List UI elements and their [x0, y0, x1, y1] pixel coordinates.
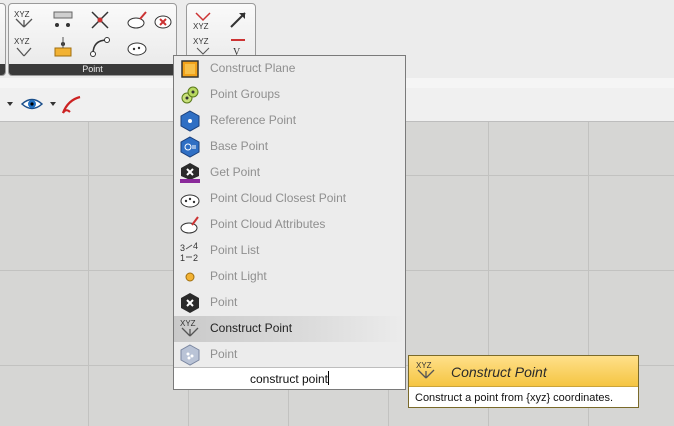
svg-text:2: 2 [193, 253, 198, 262]
vector-arrow-tool-icon[interactable] [227, 9, 249, 31]
svg-text:XYZ: XYZ [193, 37, 209, 46]
popup-item-label: Construct Plane [210, 61, 296, 75]
dropdown-arrow-icon[interactable] [7, 102, 13, 106]
eye-dropdown-arrow-icon[interactable] [50, 102, 56, 106]
popup-item[interactable]: Get Point [174, 160, 405, 186]
construct-point-tool-icon[interactable]: XYZ [13, 9, 35, 31]
curve-points-tool-icon[interactable] [89, 36, 111, 58]
popup-item-label: Point Cloud Closest Point [210, 191, 347, 205]
popup-item[interactable]: Point Groups [174, 82, 405, 108]
popup-item-label: Point Groups [210, 87, 281, 101]
popup-item[interactable]: 3 4 1 2 Point List [174, 238, 405, 264]
construct-point-icon: XYZ [179, 318, 201, 340]
component-search-popup: Construct Plane Point Groups Reference Poi… [173, 55, 406, 390]
pen-sketch-icon[interactable] [60, 94, 84, 121]
construct-point-tool-icon-2[interactable]: XYZ [13, 36, 35, 58]
construct-point-icon: XYZ [415, 360, 437, 387]
popup-item[interactable]: Point Light [174, 264, 405, 290]
popup-item-label: Point [210, 295, 238, 309]
point-network-tool-icon[interactable] [89, 9, 111, 31]
point-cloud-attributes-icon [179, 214, 201, 236]
text-caret [328, 371, 330, 385]
panel-footer-point: Point [9, 64, 176, 75]
point-light-icon [179, 266, 201, 288]
popup-item[interactable]: Base Point [174, 134, 405, 160]
popup-item-label: Point List [210, 243, 260, 257]
popup-item-label: Point Cloud Attributes [210, 217, 326, 231]
point-groups-icon [179, 84, 201, 106]
point-cloud-closest-point-icon [179, 188, 201, 210]
svg-text:XYZ: XYZ [14, 37, 30, 46]
point-on-plane-tool-icon[interactable] [52, 36, 74, 58]
popup-item[interactable]: Point Cloud Attributes [174, 212, 405, 238]
popup-item[interactable]: Point [174, 342, 405, 368]
popup-item-label: Base Point [210, 139, 269, 153]
svg-text:3: 3 [180, 243, 185, 253]
svg-text:4: 4 [193, 241, 198, 251]
ribbon-panel-left-partial [0, 3, 6, 76]
search-input[interactable]: construct point [174, 367, 405, 389]
reference-point-icon [179, 110, 201, 132]
panel-footer-partial [0, 64, 5, 75]
point-list-icon: 3412 [179, 240, 201, 263]
search-input-text: construct point [249, 372, 329, 386]
deconstruct-point-tool-icon[interactable]: XYZ [192, 9, 214, 31]
numeric-point-tool-icon[interactable] [52, 9, 74, 31]
popup-item-label: Point [210, 347, 238, 361]
svg-text:XYZ: XYZ [193, 22, 209, 31]
popup-item-label: Get Point [210, 165, 261, 179]
point-cloud-tool-icon[interactable] [126, 36, 148, 58]
component-tooltip: XYZ Construct Point Construct a point fr… [408, 355, 639, 408]
svg-text:XYZ: XYZ [14, 10, 30, 19]
svg-text:1: 1 [180, 253, 185, 262]
svg-text:XYZ: XYZ [416, 361, 432, 370]
popup-item[interactable]: Reference Point [174, 108, 405, 134]
base-point-icon [179, 136, 201, 158]
point-param-icon [179, 292, 201, 314]
point-cloud-point-icon [179, 344, 201, 366]
popup-item-label: Point Light [210, 269, 267, 283]
point-cloud-closest-tool-icon[interactable] [152, 9, 174, 31]
popup-item[interactable]: Point [174, 290, 405, 316]
tooltip-description: Construct a point from {xyz} coordinates… [415, 392, 614, 404]
tooltip-title: Construct Point [451, 364, 547, 380]
ribbon-panel-point: XYZ XYZ Point [8, 3, 177, 76]
eye-icon[interactable] [20, 94, 44, 119]
popup-item-label: Reference Point [210, 113, 297, 127]
popup-item[interactable]: XYZ Construct Point [174, 316, 405, 342]
tooltip-header: XYZ Construct Point [409, 356, 638, 387]
popup-item[interactable]: Point Cloud Closest Point [174, 186, 405, 212]
popup-item[interactable]: Construct Plane [174, 56, 405, 82]
popup-item-label: Construct Point [210, 321, 293, 335]
get-point-icon [179, 162, 201, 184]
point-cloud-attributes-tool-icon[interactable] [126, 9, 148, 31]
construct-plane-icon [179, 58, 201, 80]
svg-text:XYZ: XYZ [180, 319, 196, 328]
